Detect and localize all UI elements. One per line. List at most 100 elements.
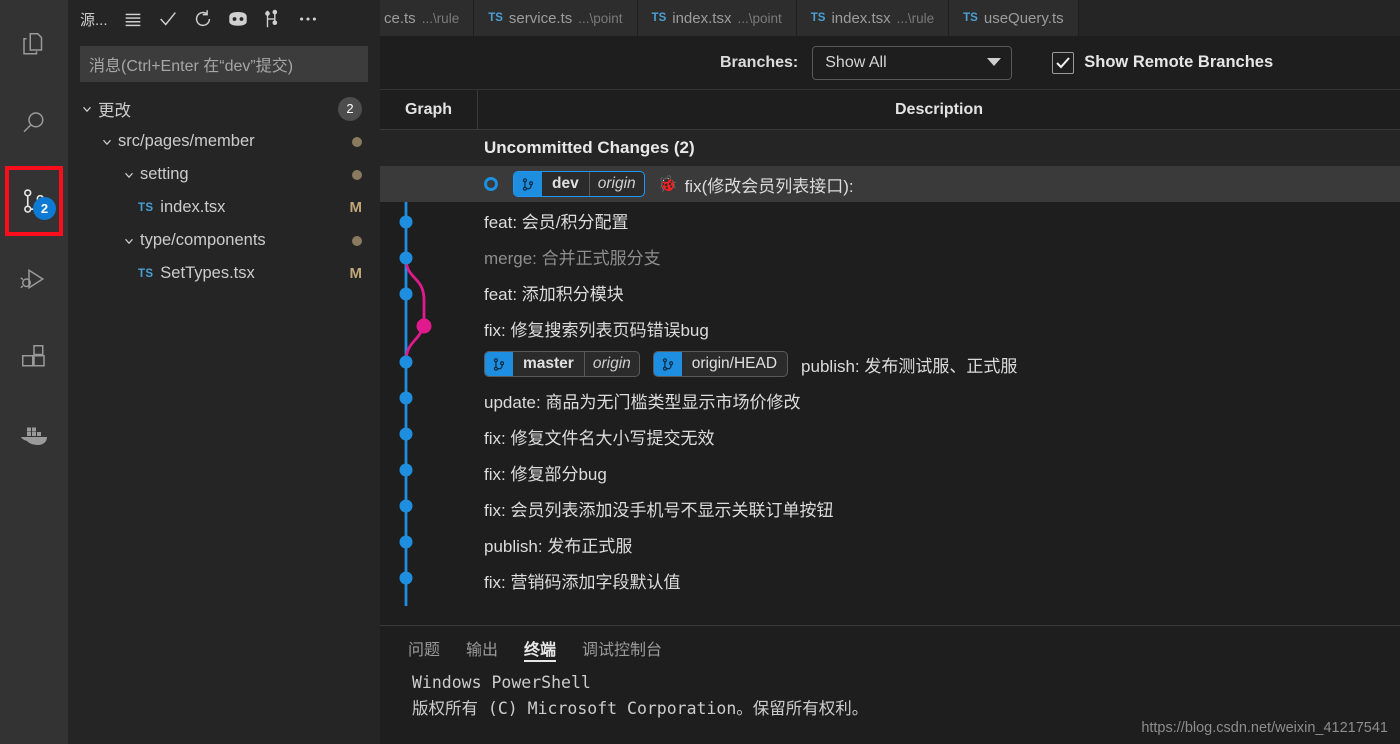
tree-file-settypes-tsx[interactable]: TS SetTypes.tsx M [68,257,380,290]
github-icon[interactable] [226,7,250,31]
docker-icon [18,419,50,451]
column-header-description[interactable]: Description [478,101,1400,119]
tree-folder-src-pages-member[interactable]: src/pages/member [68,125,380,158]
commit-row-7[interactable]: update: 商品为无门槛类型显示市场价修改 [380,382,1400,418]
commit-row-3-merge[interactable]: merge: 合并正式服分支 [380,238,1400,274]
editor-tab-1[interactable]: TS service.ts ...\point [474,0,638,36]
commit-row-dev-head[interactable]: dev origin 🐞 fix(修改会员列表接口): [380,166,1400,202]
git-branch-icon [653,352,682,376]
tree-item-label: SetTypes.tsx [160,264,255,282]
panel-tab-bar: 问题 输出 终端 调试控制台 [380,626,1400,670]
activity-item-search[interactable] [0,84,68,162]
tree-folder-type-components[interactable]: type/components [68,224,380,257]
extensions-icon [19,342,49,372]
editor-tab-3[interactable]: TS index.tsx ...\rule [796,0,950,36]
watermark-url: https://blog.csdn.net/weixin_41217541 [1141,720,1388,736]
show-remote-branches-checkbox[interactable]: Show Remote Branches [1052,51,1274,74]
commit-description: fix: 营销码添加字段默认值 [484,572,681,592]
chevron-down-icon[interactable] [118,234,140,248]
chevron-down-icon[interactable] [118,168,140,182]
activity-item-explorer[interactable] [0,6,68,84]
commit-row-9[interactable]: fix: 修复部分bug [380,454,1400,490]
column-header-graph[interactable]: Graph [380,89,478,130]
branch-ref-name: dev [552,175,579,192]
typescript-file-icon: TS [651,12,667,24]
commit-row-uncommitted[interactable]: Uncommitted Changes (2) [380,130,1400,166]
refresh-icon[interactable] [191,7,215,31]
tab-title: service.ts [508,9,573,27]
search-icon [19,108,49,138]
commit-description: fix: 修复搜索列表页码错误bug [484,320,709,340]
tab-path: ...\rule [896,10,935,26]
branch-ref-name: origin/HEAD [691,355,778,372]
panel-tab-problems[interactable]: 问题 [408,626,440,670]
panel-tab-terminal[interactable]: 终端 [524,626,557,670]
tree-file-index-tsx[interactable]: TS index.tsx M [68,191,380,224]
activity-item-run-and-debug[interactable] [0,240,68,318]
commit-description: feat: 添加积分模块 [484,284,624,304]
branch-ref-dev[interactable]: dev origin [513,171,645,197]
checkbox-box[interactable] [1052,51,1075,74]
tab-path: ...\point [737,10,782,26]
branches-label: Branches: [720,53,799,71]
tree-item-label: index.tsx [160,198,226,216]
head-indicator-icon [484,177,498,191]
terminal-output[interactable]: Windows PowerShell 版权所有 (C) Microsoft Co… [380,670,1400,722]
tab-title: useQuery.ts [983,9,1064,27]
tab-title: ce.ts [384,9,416,27]
commit-row-2[interactable]: feat: 会员/积分配置 [380,202,1400,238]
commit-description: Uncommitted Changes (2) [484,138,695,157]
commit-description: update: 商品为无门槛类型显示市场价修改 [484,392,801,412]
view-as-list-icon[interactable] [121,7,145,31]
typescript-file-icon: TS [138,201,154,214]
commit-row-8[interactable]: fix: 修复文件名大小写提交无效 [380,418,1400,454]
tab-path: ...\point [578,10,623,26]
commit-row-12[interactable]: fix: 营销码添加字段默认值 [380,562,1400,598]
commit-check-icon[interactable] [156,7,180,31]
commit-row-5[interactable]: fix: 修复搜索列表页码错误bug [380,310,1400,346]
commit-row-4[interactable]: feat: 添加积分模块 [380,274,1400,310]
ladybug-icon: 🐞 [657,176,678,193]
panel-tab-debug-console[interactable]: 调试控制台 [582,626,662,670]
chevron-down-icon[interactable] [96,135,118,149]
commit-description: publish: 发布正式服 [484,536,633,556]
git-graph-view: Branches: Show All Show Remote Branches … [380,36,1400,625]
panel-tab-output[interactable]: 输出 [466,626,498,670]
git-graph-commit-list: Uncommitted Changes (2) dev origin 🐞 fix… [380,130,1400,625]
tree-item-label: setting [140,165,189,183]
editor-tab-2[interactable]: TS index.tsx ...\point [637,0,797,36]
chevron-down-icon [987,54,1002,72]
editor-tab-4[interactable]: TS useQuery.ts [949,0,1079,36]
commit-description: fix: 修复文件名大小写提交无效 [484,428,715,448]
git-branch-icon [485,352,513,376]
activity-item-source-control[interactable]: 2 [0,162,68,240]
git-graph-controls: Branches: Show All Show Remote Branches [380,36,1400,90]
activity-item-extensions[interactable] [0,318,68,396]
activity-item-docker[interactable] [0,396,68,474]
tree-folder-setting[interactable]: setting [68,158,380,191]
commit-message-input[interactable]: 消息(Ctrl+Enter 在“dev”提交) [80,46,368,82]
branch-ref-name: master [523,355,574,372]
run-debug-icon [19,264,49,294]
branch-ref-master[interactable]: master origin [484,351,640,377]
typescript-file-icon: TS [138,267,154,280]
git-branch-icon [514,172,542,196]
commit-message-placeholder: 消息(Ctrl+Enter 在“dev”提交) [89,58,294,75]
branches-select[interactable]: Show All [812,45,1013,80]
tree-item-label: type/components [140,231,266,249]
commit-row-6-master[interactable]: master origin origin/HEAD publish: 发布测试服… [380,346,1400,382]
commit-row-10[interactable]: fix: 会员列表添加没手机号不显示关联订单按钮 [380,490,1400,526]
branch-ref-origin-head[interactable]: origin/HEAD [652,351,789,377]
chevron-down-icon[interactable] [76,102,98,116]
show-remote-branches-label: Show Remote Branches [1084,53,1274,71]
tree-group-changes[interactable]: 更改 2 [68,92,380,125]
more-actions-icon[interactable] [296,7,320,31]
typescript-file-icon: TS [963,12,978,24]
commit-description: fix(修改会员列表接口): [684,176,854,196]
source-control-sidebar: 源... 消息(Ctrl+Enter 在“dev”提交) 更改 2 src/pa… [68,0,380,744]
commit-row-11[interactable]: publish: 发布正式服 [380,526,1400,562]
tab-title: index.tsx [831,9,891,27]
git-graph-icon[interactable] [261,7,285,31]
editor-tab-0[interactable]: ce.ts ...\rule [380,0,475,36]
editor-area: ce.ts ...\rule TS service.ts ...\point T… [380,0,1400,744]
